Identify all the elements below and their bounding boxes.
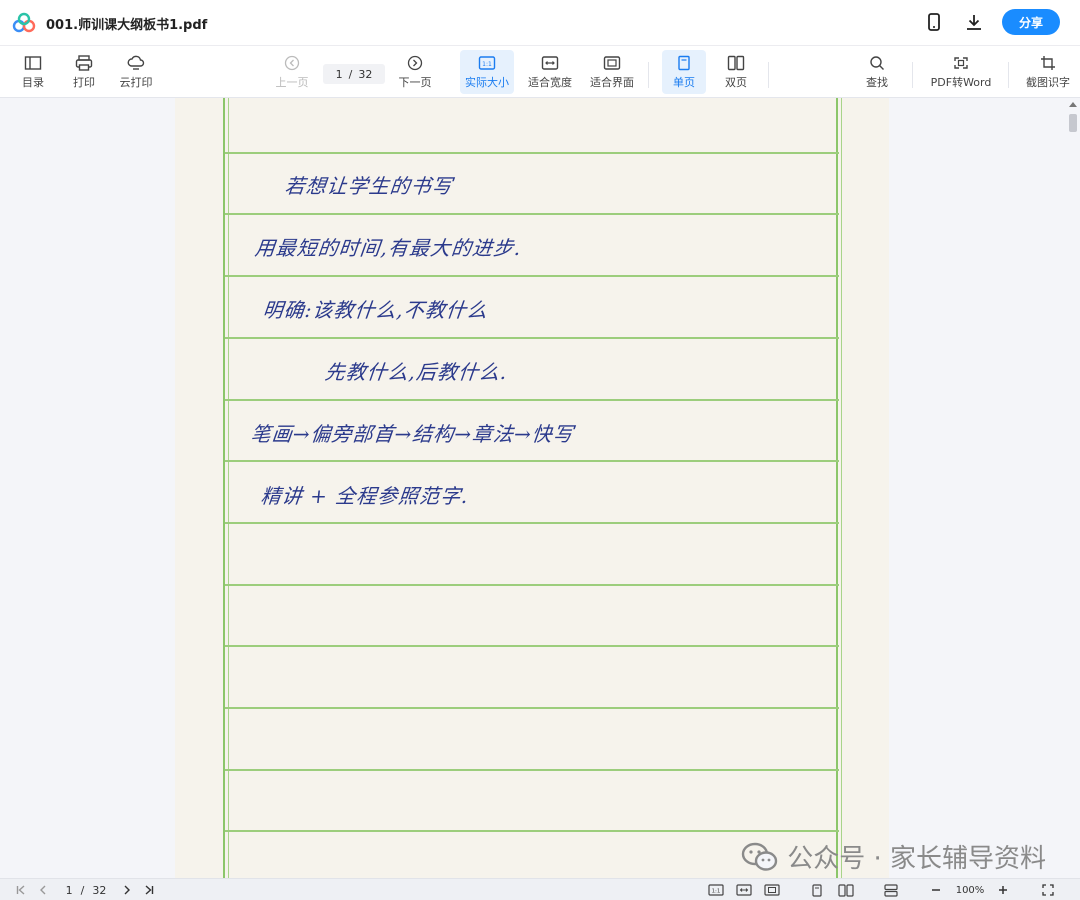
chevron-left-circle-icon	[284, 55, 300, 70]
ruled-line	[225, 522, 839, 524]
cloud-print-button[interactable]: 云打印	[114, 50, 158, 94]
print-button[interactable]: 打印	[65, 50, 103, 94]
single-page-icon[interactable]	[810, 882, 824, 898]
handwritten-line: 若想让学生的书写	[283, 174, 455, 198]
handwritten-line: 笔画→偏旁部首→结构→章法→快写	[249, 422, 576, 446]
ruled-line	[225, 584, 839, 586]
double-page-button[interactable]: 双页	[714, 50, 758, 94]
actual-size-button[interactable]: 1:1 实际大小	[460, 50, 514, 94]
margin-line-left	[223, 98, 225, 878]
fullscreen-icon[interactable]	[1040, 882, 1056, 898]
next-page-icon[interactable]	[120, 882, 134, 898]
single-page-icon	[678, 55, 690, 70]
double-page-icon	[727, 55, 745, 70]
toolbar-divider	[912, 62, 913, 88]
prev-page-icon[interactable]	[36, 882, 50, 898]
find-button[interactable]: 查找	[858, 50, 896, 94]
handwritten-line: 明确:该教什么,不教什么	[261, 298, 490, 322]
page-indicator[interactable]: 1 / 32	[60, 882, 112, 898]
scroll-up-arrow-icon[interactable]	[1069, 102, 1077, 107]
toc-button[interactable]: 目录	[14, 50, 52, 94]
margin-line-right	[836, 98, 838, 878]
prev-page-button[interactable]: 上一页	[271, 50, 313, 94]
ruled-line	[225, 152, 839, 154]
vertical-scrollbar[interactable]	[1066, 98, 1080, 878]
zoom-in-icon[interactable]	[995, 882, 1011, 898]
double-page-icon[interactable]	[837, 882, 855, 898]
ruled-line	[225, 769, 839, 771]
status-bar: 1 / 32 1:1 100%	[0, 878, 1080, 900]
handwritten-line: 先教什么,后教什么.	[323, 360, 509, 384]
crop-icon	[1041, 55, 1055, 70]
ruled-line	[225, 337, 839, 339]
document-title: 001.师训课大纲板书1.pdf	[46, 18, 208, 33]
title-bar: 001.师训课大纲板书1.pdf 分享	[0, 0, 1080, 46]
pdf-to-word-button[interactable]: PDF转Word	[926, 50, 996, 94]
fit-page-icon	[603, 55, 621, 70]
margin-line-right-inner	[841, 98, 842, 878]
convert-icon	[954, 56, 968, 69]
last-page-icon[interactable]	[142, 882, 156, 898]
svg-text:1:1: 1:1	[712, 889, 721, 895]
toolbar-divider	[1008, 62, 1009, 88]
fit-width-icon	[541, 55, 559, 70]
mobile-view-icon[interactable]	[923, 11, 945, 33]
app-logo-icon	[12, 12, 36, 33]
cloud-print-icon	[127, 55, 145, 70]
first-page-icon[interactable]	[14, 882, 28, 898]
zoom-level[interactable]: 100%	[950, 882, 990, 898]
page-number-input[interactable]: 1 / 32	[323, 64, 385, 84]
toolbar-divider	[768, 62, 769, 88]
scroll-thumb[interactable]	[1069, 114, 1077, 132]
share-button[interactable]: 分享	[1002, 9, 1060, 35]
printer-icon	[75, 54, 93, 71]
continuous-scroll-icon[interactable]	[882, 882, 900, 898]
toolbar-divider	[648, 62, 649, 88]
chevron-right-circle-icon	[407, 55, 423, 70]
ruled-line	[225, 830, 839, 832]
handwritten-line: 用最短的时间,有最大的进步.	[253, 236, 523, 260]
svg-text:1:1: 1:1	[482, 61, 492, 68]
zoom-out-icon[interactable]	[928, 882, 944, 898]
actual-size-icon[interactable]: 1:1	[707, 882, 725, 898]
ruled-line	[225, 399, 839, 401]
ruled-line	[225, 460, 839, 462]
fit-page-icon[interactable]	[763, 882, 781, 898]
watermark: 公众号 · 家长辅导资料	[741, 838, 1046, 875]
screenshot-ocr-button[interactable]: 截图识字	[1022, 50, 1074, 94]
next-page-button[interactable]: 下一页	[394, 50, 436, 94]
search-icon	[870, 55, 884, 70]
fit-width-button[interactable]: 适合宽度	[524, 50, 576, 94]
fit-width-icon[interactable]	[735, 882, 753, 898]
margin-line-left-inner	[228, 98, 229, 878]
ruled-line	[225, 645, 839, 647]
wechat-icon	[742, 842, 778, 871]
ruled-line	[225, 707, 839, 709]
download-icon[interactable]	[963, 11, 985, 33]
fit-page-button[interactable]: 适合界面	[586, 50, 638, 94]
ruled-line	[225, 213, 839, 215]
single-page-button[interactable]: 单页	[662, 50, 706, 94]
handwritten-line: 精讲 + 全程参照范字.	[259, 484, 470, 508]
document-viewer[interactable]: 若想让学生的书写 用最短的时间,有最大的进步. 明确:该教什么,不教什么 先教什…	[0, 98, 1080, 878]
pdf-page: 若想让学生的书写 用最短的时间,有最大的进步. 明确:该教什么,不教什么 先教什…	[175, 98, 889, 878]
actual-size-icon: 1:1	[478, 55, 496, 70]
ruled-line	[225, 275, 839, 277]
toc-icon	[24, 55, 42, 70]
